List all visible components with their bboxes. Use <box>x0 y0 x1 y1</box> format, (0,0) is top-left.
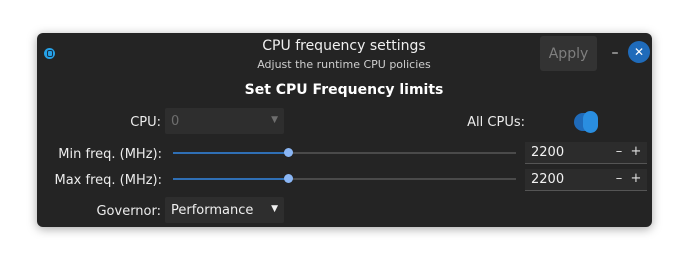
governor-select[interactable]: Performance ▼ <box>165 197 284 223</box>
toggle-knob <box>583 111 598 133</box>
cpu-label: CPU: <box>130 115 161 130</box>
chevron-down-icon: ▼ <box>271 115 278 125</box>
slider-fill <box>173 152 288 154</box>
min-freq-increment-button[interactable]: + <box>630 144 642 159</box>
min-freq-value: 2200 <box>531 145 565 160</box>
max-freq-decrement-button[interactable]: – <box>613 171 625 186</box>
max-freq-slider[interactable] <box>173 173 516 185</box>
min-freq-decrement-button[interactable]: – <box>613 144 625 159</box>
all-cpus-label: All CPUs: <box>467 115 525 130</box>
min-freq-spinbox[interactable]: 2200 – + <box>525 142 647 164</box>
slider-handle[interactable] <box>283 148 293 157</box>
slider-handle[interactable] <box>283 174 293 183</box>
cpu-frequency-window: CPU frequency settings Adjust the runtim… <box>37 33 652 227</box>
window-title: CPU frequency settings <box>262 38 426 54</box>
max-freq-increment-button[interactable]: + <box>630 171 642 186</box>
window-subtitle: Adjust the runtime CPU policies <box>257 58 431 71</box>
cpu-select[interactable]: 0 ▼ <box>165 108 284 134</box>
all-cpus-toggle[interactable] <box>574 111 598 133</box>
governor-select-value: Performance <box>171 202 254 218</box>
max-freq-spinbox[interactable]: 2200 – + <box>525 169 647 191</box>
close-button[interactable]: ✕ <box>628 41 650 63</box>
cpu-select-value: 0 <box>171 113 180 129</box>
min-freq-label: Min freq. (MHz): <box>58 147 162 162</box>
min-freq-slider[interactable] <box>173 147 516 159</box>
slider-fill <box>173 178 288 180</box>
apply-button[interactable]: Apply <box>540 36 597 71</box>
chevron-down-icon: ▼ <box>271 204 278 214</box>
minimize-button[interactable]: – <box>608 43 622 63</box>
max-freq-label: Max freq. (MHz): <box>54 173 163 188</box>
governor-label: Governor: <box>96 204 161 219</box>
app-icon <box>44 48 55 59</box>
section-title: Set CPU Frequency limits <box>244 82 444 98</box>
max-freq-value: 2200 <box>531 172 565 187</box>
